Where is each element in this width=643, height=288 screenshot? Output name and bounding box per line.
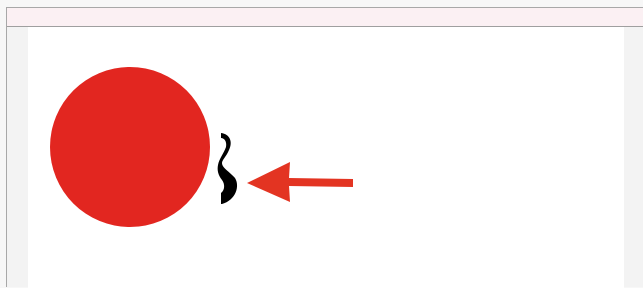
- black-brace-shape[interactable]: [217, 133, 238, 204]
- drawing-canvas[interactable]: [28, 27, 624, 288]
- application-window: [6, 7, 643, 288]
- canvas-svg: [50, 67, 353, 227]
- red-circle[interactable]: [50, 67, 210, 227]
- red-arrow[interactable]: [247, 162, 353, 202]
- top-bar: [7, 8, 643, 27]
